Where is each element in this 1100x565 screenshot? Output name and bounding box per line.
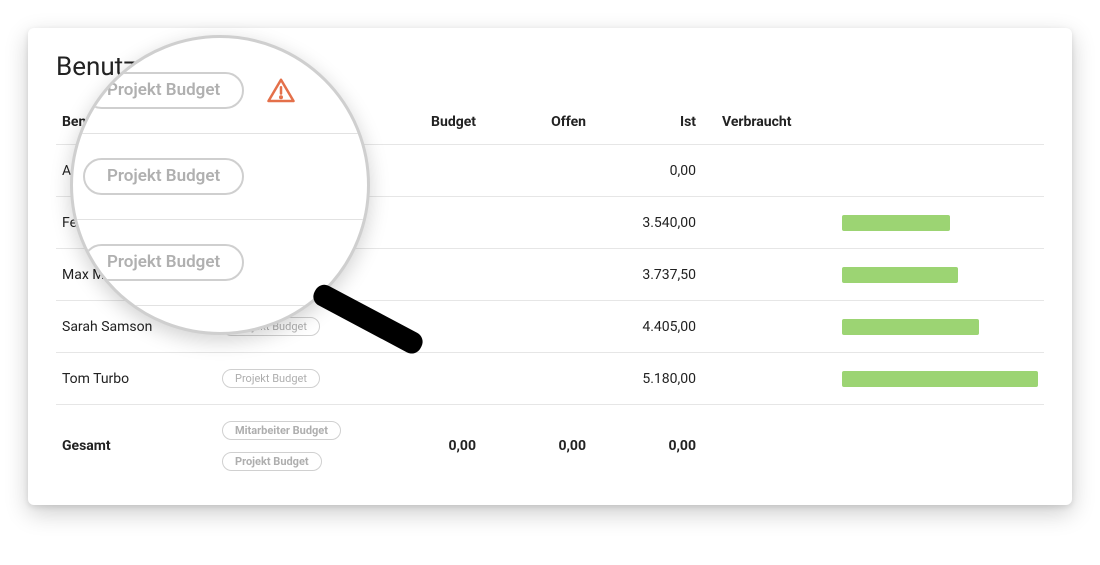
- col-budget: Budget: [386, 100, 496, 145]
- total-label: Gesamt: [56, 405, 216, 488]
- table-row: Sarah Samson Projekt Budget 4.405,00: [56, 301, 1044, 353]
- ist-value: 3.540,00: [606, 197, 716, 249]
- usage-bar: [842, 215, 950, 231]
- ist-value: 3.737,50: [606, 249, 716, 301]
- table-total-row: Gesamt Mitarbeiter Budget Projekt Budget…: [56, 405, 1044, 488]
- col-bar: [836, 100, 1044, 145]
- user-name: Felix Frisch: [56, 197, 216, 249]
- ist-value: 5.180,00: [606, 353, 716, 405]
- col-user: Benutzer: [56, 100, 216, 145]
- projekt-budget-pill[interactable]: Projekt Budget: [222, 161, 320, 180]
- user-name: Max Mustermann: [56, 249, 216, 301]
- mitarbeiter-budget-pill[interactable]: Mitarbeiter Budget: [222, 421, 341, 440]
- table-row: Max Mustermann Projekt Budget 3.737,50: [56, 249, 1044, 301]
- total-budget: 0,00: [386, 405, 496, 488]
- col-ist: Ist: [606, 100, 716, 145]
- usage-bar: [842, 371, 1038, 387]
- usage-bar: [842, 267, 958, 283]
- projekt-budget-pill[interactable]: Projekt Budget: [222, 452, 322, 471]
- users-table: Benutzer Budget Offen Ist Verbraucht Ann…: [56, 100, 1044, 487]
- ist-value: 4.405,00: [606, 301, 716, 353]
- projekt-budget-pill[interactable]: Projekt Budget: [222, 317, 320, 336]
- usage-bar: [842, 319, 979, 335]
- table-row: Felix Frisch Projekt Budget 3.540,00: [56, 197, 1044, 249]
- ist-value: 0,00: [606, 145, 716, 197]
- user-name: Tom Turbo: [56, 353, 216, 405]
- table-row: Tom Turbo Projekt Budget 5.180,00: [56, 353, 1044, 405]
- table-header-row: Benutzer Budget Offen Ist Verbraucht: [56, 100, 1044, 145]
- user-name: Anna Arbeit: [56, 145, 216, 197]
- user-name: Sarah Samson: [56, 301, 216, 353]
- total-offen: 0,00: [496, 405, 606, 488]
- projekt-budget-pill[interactable]: Projekt Budget: [222, 213, 320, 232]
- col-offen: Offen: [496, 100, 606, 145]
- projekt-budget-pill[interactable]: Projekt Budget: [222, 369, 320, 388]
- users-card: Benutzer Benutzer Budget Offen Ist Verbr…: [28, 28, 1072, 505]
- page-title: Benutzer: [56, 52, 1044, 82]
- col-verbraucht: Verbraucht: [716, 100, 836, 145]
- col-badge: [216, 100, 386, 145]
- projekt-budget-pill[interactable]: Projekt Budget: [222, 265, 320, 284]
- table-row: Anna Arbeit Projekt Budget 0,00: [56, 145, 1044, 197]
- total-ist: 0,00: [606, 405, 716, 488]
